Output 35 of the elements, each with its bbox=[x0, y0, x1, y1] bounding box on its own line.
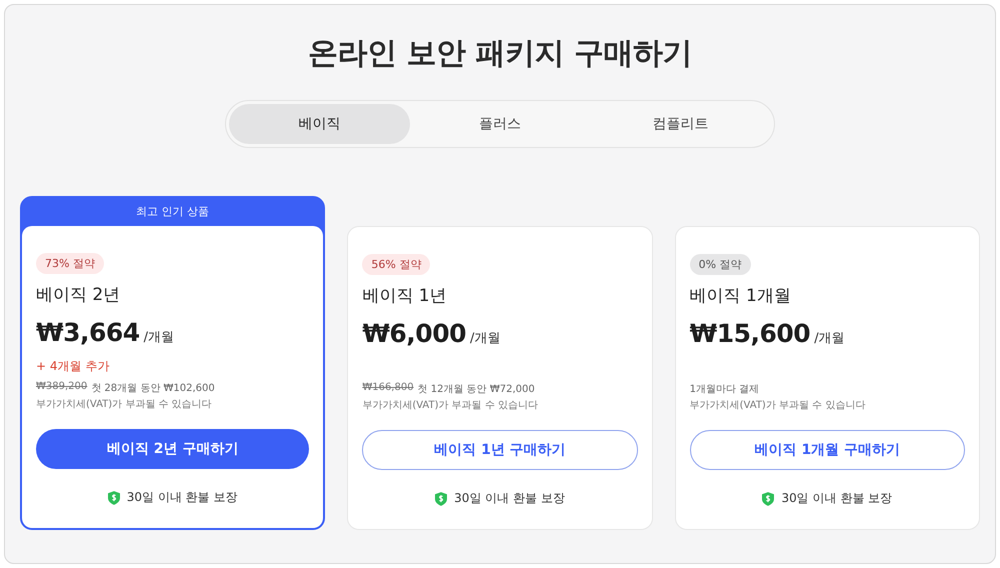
page-title: 온라인 보안 패키지 구매하기 bbox=[308, 35, 692, 73]
plan-name: 베이직 1개월 bbox=[690, 285, 792, 307]
shield-dollar-icon bbox=[762, 492, 774, 506]
plan-name: 베이직 1년 bbox=[362, 285, 448, 307]
bonus-text: + 4개월 추가 bbox=[36, 359, 110, 373]
plan-price: ₩15,600 bbox=[690, 319, 810, 348]
refund-guarantee: 30일 이내 환불 보장 bbox=[454, 490, 565, 507]
plan-price: ₩6,000 bbox=[362, 319, 466, 348]
refund-guarantee: 30일 이내 환불 보장 bbox=[781, 490, 892, 507]
billing-note: 첫 28개월 동안 ₩102,600 bbox=[91, 382, 215, 395]
plan-tab[interactable]: 컴플리트 bbox=[590, 104, 772, 144]
billing-note: 1개월마다 결제 bbox=[690, 383, 760, 396]
vat-note: 부가가치세(VAT)가 부과될 수 있습니다 bbox=[36, 398, 213, 411]
price-unit: /개월 bbox=[144, 329, 174, 346]
refund-guarantee: 30일 이내 환불 보장 bbox=[126, 489, 238, 506]
savings-badge: 73% 절약 bbox=[36, 253, 104, 274]
vat-note: 부가가치세(VAT)가 부과될 수 있습니다 bbox=[690, 399, 866, 412]
plan-tab[interactable]: 플러스 bbox=[410, 104, 590, 144]
plan-name: 베이직 2년 bbox=[36, 284, 122, 306]
savings-badge: 0% 절약 bbox=[690, 254, 751, 275]
price-unit: /개월 bbox=[814, 330, 845, 347]
buy-button[interactable]: 베이직 1개월 구매하기 bbox=[690, 430, 965, 470]
vat-note: 부가가치세(VAT)가 부과될 수 있습니다 bbox=[362, 399, 540, 412]
shield-dollar-icon bbox=[435, 492, 448, 506]
most-popular-label: 최고 인기 상품 bbox=[135, 204, 210, 220]
shield-dollar-icon bbox=[108, 490, 120, 504]
plan-tab[interactable]: 베이직 bbox=[229, 104, 410, 144]
buy-button[interactable]: 베이직 2년 구매하기 bbox=[36, 429, 310, 469]
buy-button[interactable]: 베이직 1년 구매하기 bbox=[362, 430, 638, 470]
billing-note: 첫 12개월 동안 ₩72,000 bbox=[418, 383, 535, 396]
price-unit: /개월 bbox=[470, 330, 500, 347]
original-price: ₩389,200 bbox=[36, 381, 88, 394]
original-price: ₩166,800 bbox=[362, 382, 414, 395]
plan-price: ₩3,664 bbox=[36, 318, 140, 347]
savings-badge: 56% 절약 bbox=[362, 254, 430, 275]
